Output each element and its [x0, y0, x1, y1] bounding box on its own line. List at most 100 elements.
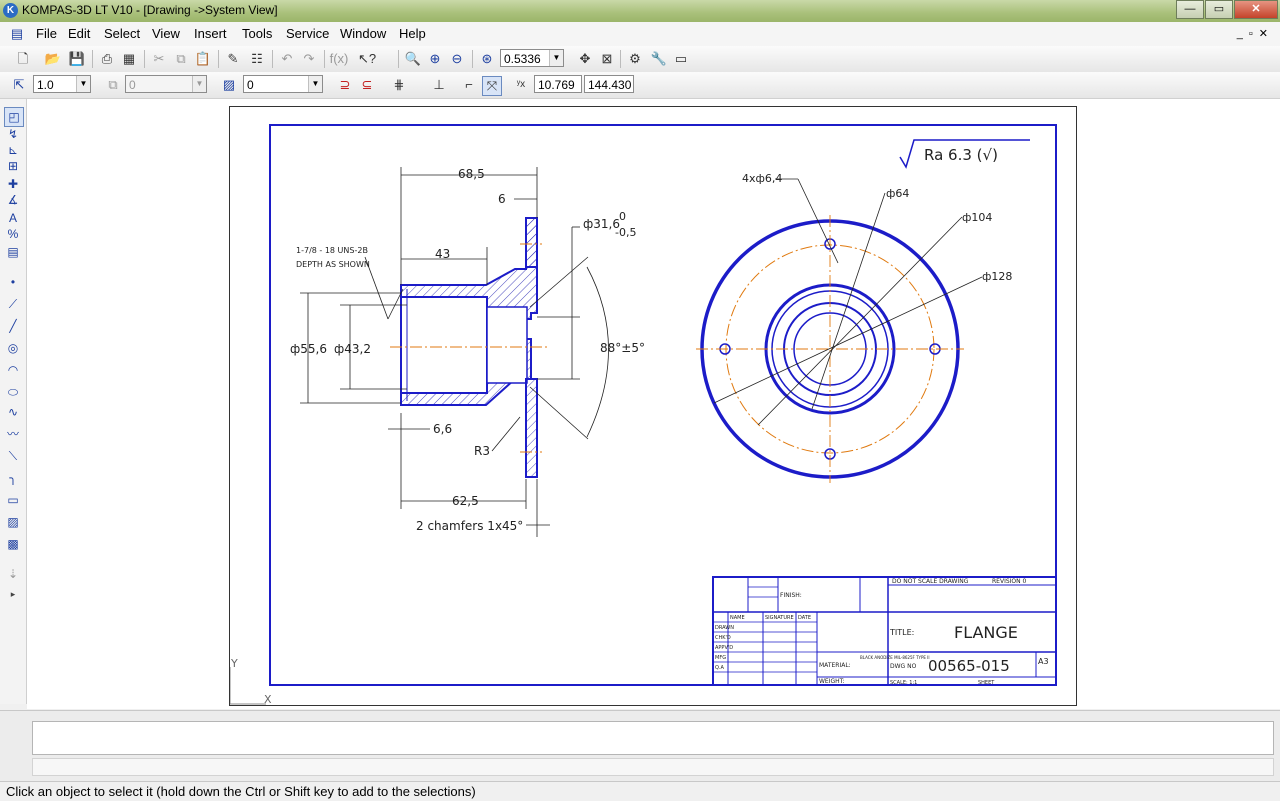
collection-icon[interactable]: ⇣ — [4, 565, 22, 583]
chevron-down-icon[interactable]: ▼ — [76, 76, 90, 92]
menu-file[interactable]: File — [36, 26, 57, 41]
grid-icon[interactable]: ⋕ — [390, 76, 408, 94]
zoom-combo[interactable]: 0.5336 ▼ — [500, 49, 564, 67]
menu-view[interactable]: View — [152, 26, 180, 41]
variables-icon[interactable]: ▭ — [672, 50, 690, 68]
close-button[interactable]: ✕ — [1234, 0, 1278, 19]
chamfer-note: 2 chamfers 1x45° — [416, 519, 523, 533]
chevron-down-icon[interactable]: ▼ — [308, 76, 322, 92]
dim-6: 6 — [498, 192, 506, 206]
print-icon[interactable]: ▦ — [120, 50, 138, 68]
expand-arrow-icon[interactable]: ▸ — [4, 585, 22, 603]
sheet-label: SHEET — [978, 680, 995, 686]
dim-r3: R3 — [474, 444, 490, 458]
roughness-text: Ra 6.3 (√) — [924, 146, 998, 164]
chevron-down-icon[interactable]: ▼ — [549, 50, 563, 66]
properties-icon[interactable]: ☷ — [248, 50, 266, 68]
hatch-icon[interactable]: ▨ — [4, 513, 22, 531]
rectangle-icon[interactable]: ▭ — [4, 491, 22, 509]
coord-y-field[interactable]: 144.430 — [584, 75, 634, 93]
snap-magnet-icon[interactable]: ⊇ — [336, 76, 354, 94]
scale-icon: ⇱ — [13, 77, 25, 92]
dwg-no-label: DWG NO — [890, 663, 917, 670]
menu-insert[interactable]: Insert — [194, 26, 227, 41]
function-icon[interactable]: f(x) — [328, 50, 350, 68]
zoom-in-icon[interactable]: ⊕ — [426, 50, 444, 68]
round-icon[interactable]: ⤧ — [482, 76, 502, 96]
style-combo[interactable]: 0 ▼ — [243, 75, 323, 93]
format-brush-icon[interactable]: ✎ — [224, 50, 242, 68]
row-mfg: MFG — [715, 655, 726, 661]
row-checked: CHK'D — [715, 635, 731, 641]
ellipse-icon[interactable]: ⬭ — [4, 383, 22, 401]
menu-edit[interactable]: Edit — [68, 26, 90, 41]
layer-combo[interactable]: 0 ▼ — [125, 75, 207, 93]
local-snap-icon[interactable]: ⊆ — [358, 76, 376, 94]
mdi-controls[interactable]: _▫✕ — [1237, 27, 1274, 40]
coordinates-icon: ʸx — [516, 79, 526, 90]
dim-104: ф104 — [962, 211, 992, 224]
local-cs-icon[interactable]: ⊥ — [430, 76, 448, 94]
point-icon[interactable]: • — [4, 273, 22, 291]
menu-help[interactable]: Help — [399, 26, 426, 41]
dim-holes: 4xф6,4 — [742, 172, 782, 185]
menu-service[interactable]: Service — [286, 26, 329, 41]
arc-icon[interactable]: ◠ — [4, 361, 22, 379]
zoom-window-icon[interactable]: 🔍 — [404, 50, 422, 68]
auxiliary-line-icon[interactable]: ⟋ — [4, 295, 22, 313]
save-icon[interactable]: 💾 — [68, 50, 86, 68]
segment-icon[interactable]: ╱ — [4, 317, 22, 335]
edit-panel-icon[interactable]: ⊞ — [4, 157, 22, 175]
redo-icon[interactable]: ↷ — [300, 50, 318, 68]
window-controls: — ▭ ✕ — [1175, 0, 1278, 19]
properties-toolbar: ⇱ 1.0 ▼ ⧉ 0 ▼ ▨ 0 ▼ ⊇ ⊆ ⋕ ⊥ ⌐ ⤧ ʸx 10.769 1… — [0, 72, 1280, 99]
material-value: BLACK ANODIZE MIL-8625F TYPE II — [860, 655, 930, 660]
chamfer-icon[interactable]: ⟍ — [4, 447, 22, 465]
pan-icon[interactable]: ✥ — [576, 50, 594, 68]
spline-icon[interactable]: 〰 — [4, 425, 22, 443]
dim-6-6: 6,6 — [433, 422, 452, 436]
zoom-out-icon[interactable]: ⊖ — [448, 50, 466, 68]
reports-panel-icon[interactable]: ▤ — [4, 243, 22, 261]
minimize-button[interactable]: — — [1176, 0, 1204, 19]
drawing-sheet[interactable]: Ra 6.3 (√) 68,5 6 43 ф31,6 0 -0,5 1-7/8 … — [229, 106, 1077, 706]
open-folder-icon[interactable]: 📂 — [44, 50, 62, 68]
dim-angle: 88°±5° — [600, 341, 645, 355]
new-document-icon[interactable]: 🗋 — [14, 50, 32, 68]
zoom-all-icon[interactable]: ⊠ — [598, 50, 616, 68]
paste-icon[interactable]: 📋 — [194, 50, 212, 68]
chevron-down-icon[interactable]: ▼ — [192, 76, 206, 92]
menu-select[interactable]: Select — [104, 26, 140, 41]
menu-window[interactable]: Window — [340, 26, 386, 41]
cut-icon[interactable]: ✂ — [150, 50, 168, 68]
spec-panel-icon[interactable]: % — [4, 225, 22, 243]
command-panel-strip — [32, 758, 1274, 776]
dim-128: ф128 — [982, 270, 1012, 283]
geometry-panel-icon[interactable]: ◰ — [4, 107, 24, 127]
polyline-icon[interactable]: ∿ — [4, 403, 22, 421]
sheet-size: A3 — [1038, 657, 1049, 666]
print-preview-icon[interactable]: ⎙ — [98, 50, 116, 68]
library-icon[interactable]: 🔧 — [650, 50, 668, 68]
line-scale-combo[interactable]: 1.0 ▼ — [33, 75, 91, 93]
axis-y-label: Y — [230, 657, 238, 670]
menu-tools[interactable]: Tools — [242, 26, 272, 41]
ortho-icon[interactable]: ⌐ — [460, 76, 478, 94]
maximize-button[interactable]: ▭ — [1205, 0, 1233, 19]
manager-icon[interactable]: ⚙ — [626, 50, 644, 68]
zoom-scale-icon[interactable]: ⊛ — [478, 50, 496, 68]
copy-icon[interactable]: ⧉ — [172, 50, 190, 68]
drawing-number: 00565-015 — [928, 657, 1010, 675]
coord-x-field[interactable]: 10.769 — [534, 75, 582, 93]
help-pointer-icon[interactable]: ↖? — [358, 50, 376, 68]
status-hint: Click an object to select it (hold down … — [6, 784, 476, 799]
command-panel[interactable] — [32, 721, 1274, 755]
document-icon[interactable]: ▤ — [8, 25, 26, 43]
fillet-icon[interactable]: ╮ — [4, 469, 22, 487]
measure-panel-icon[interactable]: ∡ — [4, 191, 22, 209]
row-qa: Q.A — [715, 665, 725, 671]
undo-icon[interactable]: ↶ — [278, 50, 296, 68]
fill-icon[interactable]: ▩ — [4, 535, 22, 553]
circle-icon[interactable]: ◎ — [4, 339, 22, 357]
drawing-canvas[interactable]: Ra 6.3 (√) 68,5 6 43 ф31,6 0 -0,5 1-7/8 … — [27, 99, 1280, 709]
